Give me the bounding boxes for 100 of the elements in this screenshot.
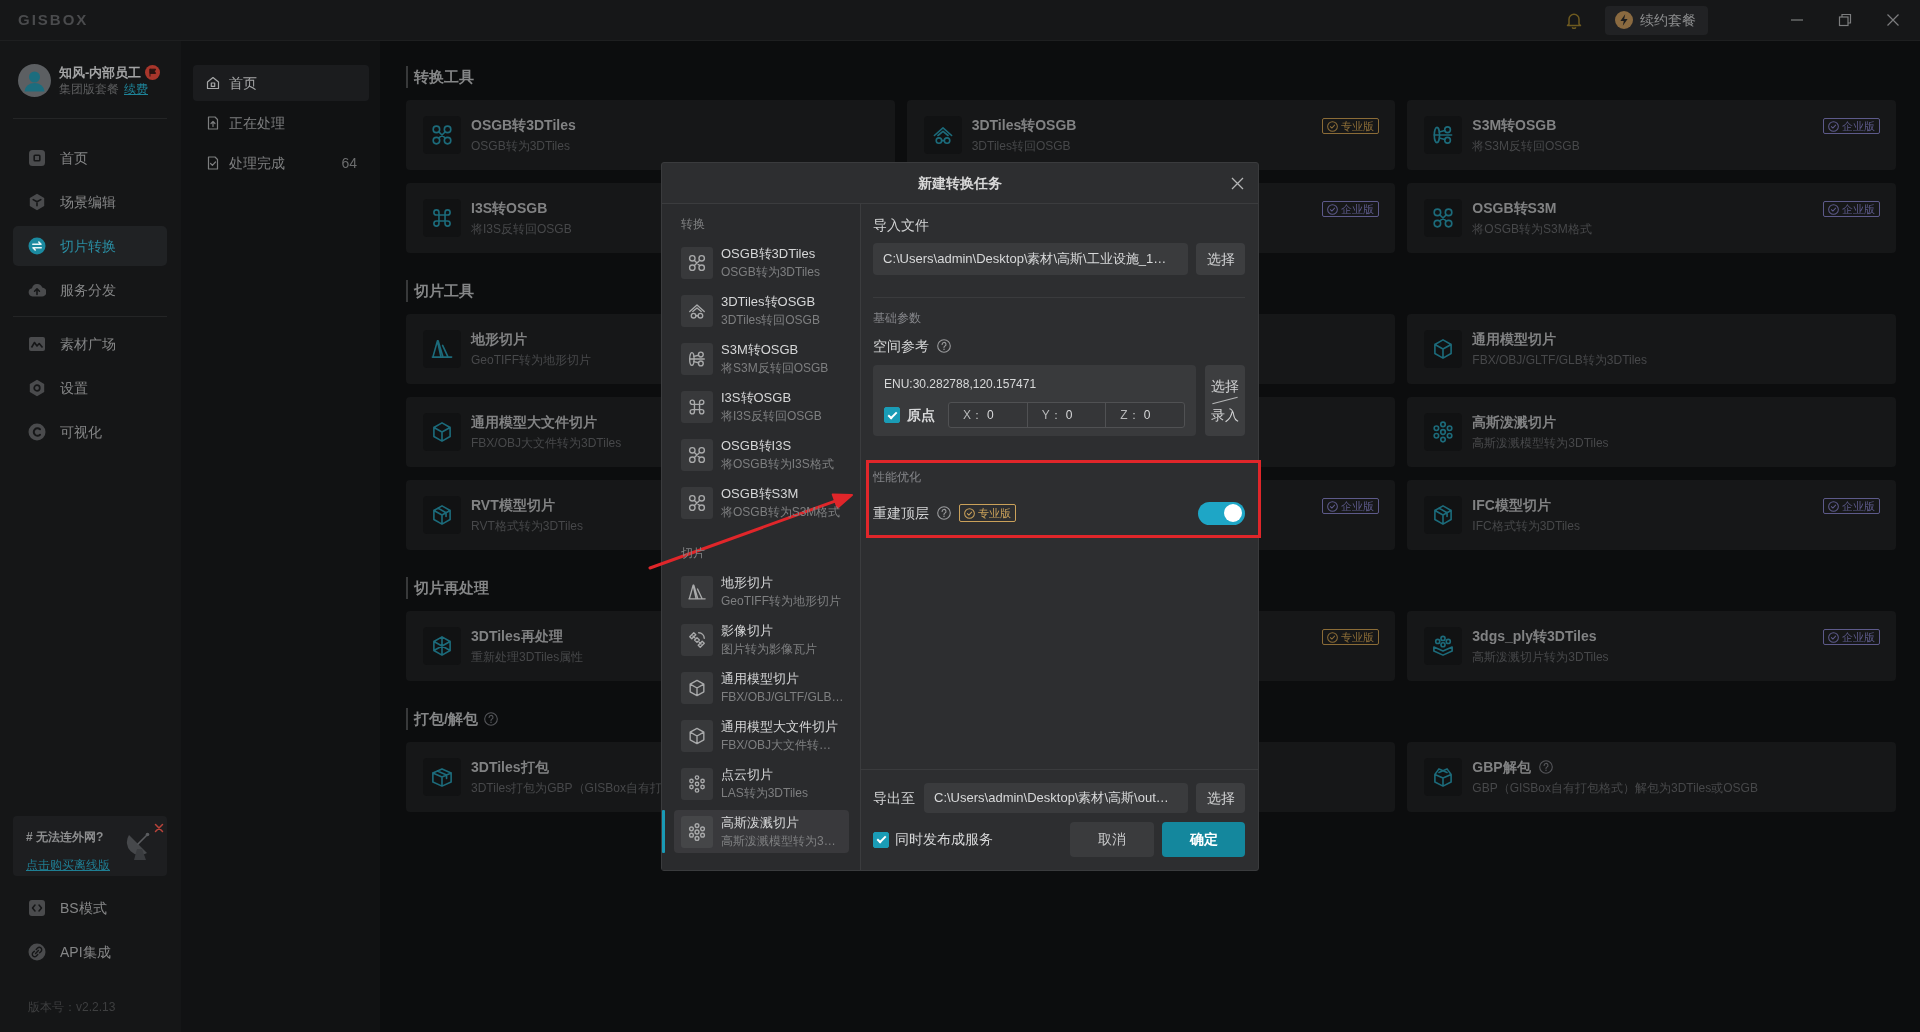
open-box-icon [1424,758,1463,796]
item-subtitle: OSGB转为3DTiles [721,264,820,280]
confirm-button[interactable]: 确定 [1162,822,1245,857]
check-circle-icon [964,507,975,519]
link-icon [28,943,46,961]
nav-item[interactable]: 素材广场 [13,324,167,364]
edition-label: 企业版 [1341,499,1375,513]
item-title: 点云切片 [721,766,773,784]
task-type-item[interactable]: 影像切片 图片转为影像瓦片 [674,618,849,661]
restore-icon[interactable] [1838,13,1852,27]
card-title: OSGB转S3M [1472,199,1557,217]
renew-button[interactable]: 续约套餐 [1605,5,1708,35]
item-title: OSGB转I3S [721,437,792,455]
nav-item[interactable]: 可视化 [13,412,167,452]
document-check-icon [206,156,220,170]
close-icon[interactable] [154,823,164,833]
nav-item[interactable]: 设置 [13,368,167,408]
buy-offline-link[interactable]: 点击购买离线版 [26,857,110,873]
task-type-item[interactable]: 地形切片 GeoTIFF转为地形切片 [674,570,849,613]
item-subtitle: 高斯泼溅模型转为3… [721,833,836,849]
cube-icon [423,496,461,534]
cloud-upload-icon [28,281,46,299]
nav-item[interactable]: API集成 [13,932,167,972]
check-circle-icon [1828,120,1839,132]
nav-item[interactable]: 切片转换 [13,226,167,266]
item-title: OSGB转S3M [721,485,799,503]
check-circle-icon [1327,120,1339,132]
card-title: 高斯泼溅切片 [1472,413,1557,431]
crescent-icon [28,423,46,441]
edition-label: 专业版 [1341,119,1375,133]
item-subtitle: LAS转为3DTiles [721,785,808,801]
flower-dots-icon [1424,413,1463,451]
section-title: 转换工具 [414,67,474,87]
subnav-item[interactable]: 正在处理 [193,105,369,141]
checkbox[interactable] [873,831,889,848]
cube-icon [1424,496,1463,534]
task-type-item[interactable]: 点云切片 LAS转为3DTiles [674,762,849,805]
item-subtitle: 图片转为影像瓦片 [721,641,817,657]
task-type-item[interactable]: S3M转OSGB 将S3M反转回OSGB [674,337,849,380]
plan-label: 集团版套餐 [59,81,119,97]
close-icon[interactable] [1231,177,1244,190]
orbit-icon [1424,116,1463,154]
card-title: 通用模型切片 [1472,330,1557,348]
renew-link[interactable]: 续费 [124,81,148,97]
card-title: RVT模型切片 [471,496,555,514]
help-icon[interactable] [1538,760,1553,774]
code-icon [28,899,46,917]
avatar-icon[interactable] [18,64,51,97]
card-title: 3dgs_ply转3DTiles [1472,627,1597,645]
promo-title: # 无法连外网? [26,829,104,845]
nav-item[interactable]: 首页 [13,138,167,178]
file-path-field[interactable]: C:\Users\admin\Desktop\素材\高斯\工业设施_1… [873,243,1188,275]
toggle-switch[interactable] [1198,501,1245,525]
lightning-icon [1615,11,1633,29]
edition-label: 企业版 [1842,119,1875,133]
section-title: 打包/解包 [414,709,479,729]
task-type-item[interactable]: 高斯泼溅切片 高斯泼溅模型转为3… [674,810,849,853]
check-circle-icon [1828,500,1839,512]
help-icon[interactable] [937,339,951,353]
edition-label: 专业版 [1341,630,1375,644]
dialog-title: 新建转换任务 [918,173,1002,193]
active-indicator [662,810,665,853]
card-title: 地形切片 [471,330,527,348]
edition-label: 企业版 [1842,202,1875,216]
satellite-icon [681,623,713,656]
card-title: 3DTiles打包 [471,758,549,776]
select-or-enter-button[interactable]: 选择 录入 [1205,365,1245,436]
section-title: 切片再处理 [414,578,489,598]
cancel-button[interactable]: 取消 [1070,822,1154,857]
close-icon[interactable] [1886,13,1900,27]
arch-icon [923,116,962,154]
cube-icon [681,719,713,752]
edition-label: 企业版 [1341,202,1375,216]
item-subtitle: FBX/OBJ/GLTF/GLB… [721,689,844,705]
section-title: 切片工具 [414,281,474,301]
help-icon[interactable] [484,712,499,726]
edition-label: 企业版 [1842,499,1875,513]
drone-icon [423,116,461,154]
check-circle-icon [1828,203,1839,215]
subnav-item[interactable]: 首页 [193,65,369,101]
subnav-item[interactable]: 处理完成 64 [193,145,369,181]
nav-item[interactable]: BS模式 [13,888,167,928]
select-button[interactable]: 选择 [1196,783,1245,813]
help-icon[interactable] [937,506,951,520]
command-icon [423,199,461,237]
nav-item[interactable]: 服务分发 [13,270,167,310]
layers-icon [1424,627,1463,665]
bell-icon[interactable] [1565,11,1583,29]
home-icon [206,76,220,90]
item-title: 地形切片 [721,574,773,592]
cube-icon [681,671,713,704]
select-button[interactable]: 选择 [1196,243,1245,275]
drone-icon [681,246,713,279]
drone-icon [1424,199,1463,237]
checkbox[interactable] [884,407,900,423]
group-label: 转换 [681,216,705,233]
nav-item[interactable]: 场景编辑 [13,182,167,222]
command-icon [681,390,713,423]
cube-icon [423,413,461,451]
output-path-field[interactable]: C:\Users\admin\Desktop\素材\高斯\out… [924,783,1188,813]
